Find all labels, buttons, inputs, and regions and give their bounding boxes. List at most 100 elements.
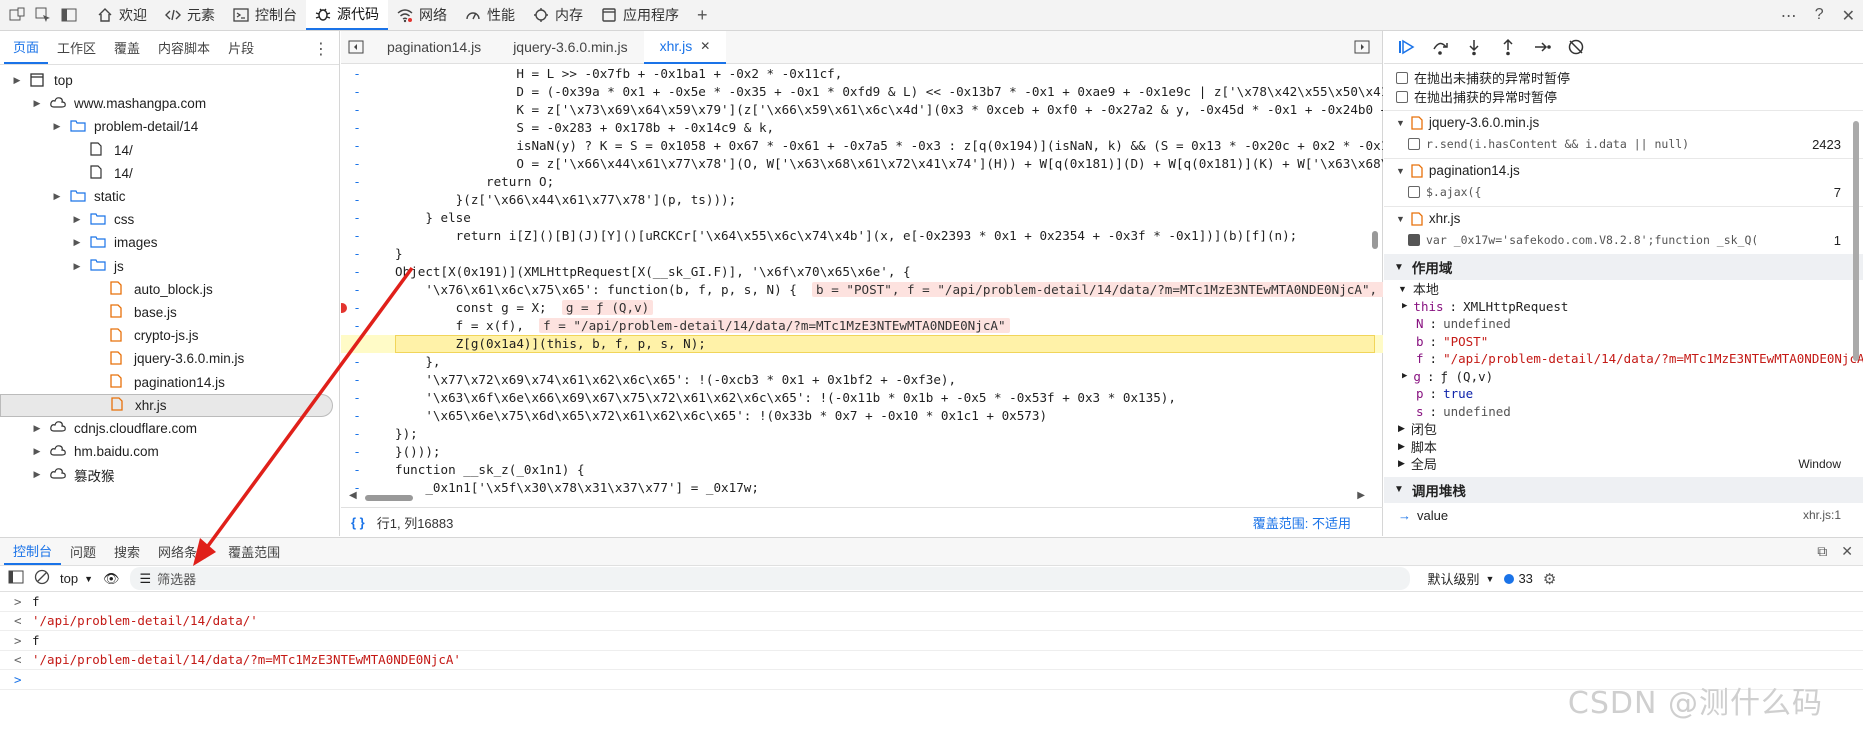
- code-line[interactable]: - isNaN(y) ? K = S = 0x1058 + 0x67 * -0x…: [341, 137, 1383, 155]
- tree-item[interactable]: ▶ static: [0, 185, 339, 208]
- code-line[interactable]: - Object[X(0x191)](XMLHttpRequest[X(__sk_…: [341, 263, 1383, 281]
- line-gutter[interactable]: -: [341, 245, 373, 263]
- line-gutter[interactable]: -: [341, 443, 373, 461]
- breakpoint-item[interactable]: var _0x17w='safekodo.com.V8.2.8';functio…: [1384, 230, 1863, 250]
- line-gutter[interactable]: -: [341, 281, 373, 299]
- code-line[interactable]: -}()));: [341, 443, 1383, 461]
- code-line[interactable]: - function __sk_z(_0x1n1) {: [341, 461, 1383, 479]
- eye-icon[interactable]: 👁: [103, 571, 120, 587]
- console-line[interactable]: < '/api/problem-detail/14/data/': [0, 612, 1863, 631]
- code-line[interactable]: -}: [341, 245, 1383, 263]
- step-icon[interactable]: [1532, 37, 1552, 57]
- breakpoint-item[interactable]: r.send(i.hasContent && i.data || null) 24…: [1384, 134, 1863, 154]
- expand-arrow-icon[interactable]: ▶: [30, 446, 44, 457]
- line-gutter[interactable]: -: [341, 227, 373, 245]
- line-gutter[interactable]: -: [341, 173, 373, 191]
- scope-variable[interactable]: N: undefined: [1384, 315, 1863, 333]
- collapse-arrow-icon[interactable]: ▼: [1396, 214, 1405, 224]
- devtools-tab-6[interactable]: 内存: [524, 0, 592, 30]
- code-horizontal-scrollbar[interactable]: ◀ ▶: [349, 490, 1365, 503]
- expand-arrow-icon[interactable]: ▶: [30, 469, 44, 480]
- file-tab[interactable]: xhr.js ✕: [643, 30, 727, 64]
- pause-uncaught-checkbox[interactable]: [1396, 71, 1408, 84]
- tree-item[interactable]: ▶ hm.baidu.com: [0, 440, 339, 463]
- file-tab[interactable]: pagination14.js: [371, 31, 497, 64]
- pause-caught-option[interactable]: 在抛出捕获的异常时暂停: [1384, 87, 1863, 106]
- more-icon[interactable]: ⋯: [1781, 6, 1797, 26]
- step-into-icon[interactable]: [1464, 37, 1484, 57]
- scope-variable[interactable]: ▶ this: XMLHttpRequest: [1384, 298, 1863, 316]
- line-gutter[interactable]: -: [341, 461, 373, 479]
- line-gutter[interactable]: -: [341, 191, 373, 209]
- code-line[interactable]: - O = z['\x66\x44\x61\x77\x78'](O, W['\x…: [341, 155, 1383, 173]
- sidebar-toggle-icon[interactable]: [8, 570, 24, 587]
- tree-item[interactable]: ▶ cdnjs.cloudflare.com: [0, 417, 339, 440]
- close-icon[interactable]: ✕: [1842, 6, 1855, 26]
- line-gutter[interactable]: -: [341, 155, 373, 173]
- tree-item[interactable]: ▶ js: [0, 255, 339, 278]
- breakpoint-file[interactable]: ▼ xhr.js: [1384, 206, 1863, 230]
- collapse-arrow-icon[interactable]: ▼: [1396, 166, 1405, 176]
- navigator-tab-3[interactable]: 内容脚本: [149, 31, 219, 64]
- pause-caught-checkbox[interactable]: [1396, 90, 1408, 103]
- scope-variable[interactable]: f: "/api/problem-detail/14/data/?m=MTc1Mz…: [1384, 350, 1863, 368]
- add-tab-button[interactable]: +: [688, 0, 717, 30]
- scope-variable[interactable]: s: undefined: [1384, 403, 1863, 421]
- navigator-tab-2[interactable]: 覆盖: [105, 31, 149, 64]
- coverage-link[interactable]: 覆盖范围: 不适用: [1253, 513, 1351, 532]
- code-line[interactable]: - f = x(f), f = "/api/problem-detail/14/…: [341, 317, 1383, 335]
- breakpoint-item[interactable]: $.ajax({7: [1384, 182, 1863, 202]
- deactivate-breakpoints-icon[interactable]: [1566, 37, 1586, 57]
- tree-item[interactable]: ▶ images: [0, 231, 339, 254]
- log-level-select[interactable]: 默认级别 ▼: [1428, 569, 1495, 588]
- line-gutter[interactable]: -: [341, 209, 373, 227]
- breakpoint-file[interactable]: ▼ pagination14.js: [1384, 158, 1863, 182]
- scope-section-header[interactable]: ▼ 作用域: [1384, 254, 1863, 280]
- expand-arrow-icon[interactable]: ▶: [1402, 301, 1407, 311]
- global-scope[interactable]: ▶ 全局 Window: [1384, 455, 1863, 473]
- file-tab[interactable]: jquery-3.6.0.min.js: [497, 31, 643, 64]
- local-scope-header[interactable]: ▼ 本地: [1384, 280, 1863, 298]
- expand-arrow-icon[interactable]: ▶: [30, 423, 44, 434]
- code-line[interactable]: - H = L >> -0x7fb + -0x1ba1 + -0x2 * -0x…: [341, 65, 1383, 83]
- code-line[interactable]: - '\x77\x72\x69\x74\x61\x62\x6c\x65': !(…: [341, 371, 1383, 389]
- toggle-debugger-icon[interactable]: [1354, 40, 1370, 57]
- devtools-tab-7[interactable]: 应用程序: [592, 0, 688, 30]
- code-line[interactable]: -});: [341, 425, 1383, 443]
- tree-item[interactable]: xhr.js: [0, 393, 333, 417]
- line-gutter[interactable]: -: [341, 389, 373, 407]
- console-line[interactable]: > f: [0, 631, 1863, 651]
- help-icon[interactable]: ?: [1815, 6, 1824, 26]
- expand-arrow-icon[interactable]: ▶: [1402, 371, 1407, 381]
- console-line[interactable]: < '/api/problem-detail/14/data/?m=MTc1MzE…: [0, 651, 1863, 670]
- line-gutter[interactable]: -: [341, 371, 373, 389]
- code-view[interactable]: - H = L >> -0x7fb + -0x1ba1 + -0x2 * -0x…: [341, 65, 1383, 495]
- drawer-tab-3[interactable]: 网络条件: [149, 538, 219, 565]
- tree-item[interactable]: ▶ css: [0, 208, 339, 231]
- code-line[interactable]: - }(z['\x66\x44\x61\x77\x78'](p, ts)));: [341, 191, 1383, 209]
- line-gutter[interactable]: -: [341, 119, 373, 137]
- navigator-tab-4[interactable]: 片段: [219, 31, 263, 64]
- dock-icon[interactable]: ⧉: [1817, 543, 1827, 560]
- devtools-tab-0[interactable]: 欢迎: [88, 0, 156, 30]
- tree-item[interactable]: ▶ problem-detail/14: [0, 115, 339, 138]
- tree-item[interactable]: ▶ www.mashangpa.com: [0, 92, 339, 115]
- callstack-section-header[interactable]: ▼ 调用堆栈: [1384, 476, 1863, 503]
- resume-icon[interactable]: [1396, 37, 1416, 57]
- line-gutter[interactable]: -: [341, 353, 373, 371]
- device-toggle-icon[interactable]: [8, 6, 26, 24]
- breakpoint-file[interactable]: ▼ jquery-3.6.0.min.js: [1384, 110, 1863, 134]
- navigator-tab-1[interactable]: 工作区: [48, 31, 105, 64]
- expand-arrow-icon[interactable]: ▶: [50, 121, 64, 132]
- code-line[interactable]: - },: [341, 353, 1383, 371]
- expand-arrow-icon[interactable]: ▶: [70, 261, 84, 272]
- code-line[interactable]: - D = (-0x39a * 0x1 + -0x5e * -0x35 + -0…: [341, 83, 1383, 101]
- code-line[interactable]: - const g = X; g = ƒ (Q,v): [341, 299, 1383, 317]
- drawer-tab-0[interactable]: 控制台: [4, 538, 62, 565]
- tree-item[interactable]: 14/: [0, 139, 339, 162]
- drawer-tab-2[interactable]: 搜索: [105, 538, 149, 565]
- navigator-more-icon[interactable]: ⋮: [313, 39, 329, 59]
- code-vertical-scrollbar[interactable]: [1372, 231, 1378, 249]
- expand-arrow-icon[interactable]: ▶: [70, 237, 84, 248]
- line-gutter[interactable]: -: [341, 407, 373, 425]
